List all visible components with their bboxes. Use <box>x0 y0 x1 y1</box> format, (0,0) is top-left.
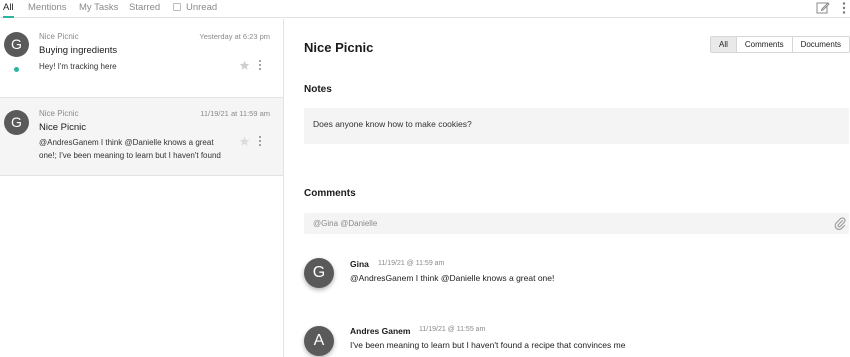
thread-preview: Hey! I'm tracking here <box>39 62 117 71</box>
avatar[interactable]: A <box>304 326 334 356</box>
tab-mentions[interactable]: Mentions <box>28 2 67 18</box>
more-options-icon[interactable] <box>837 1 850 15</box>
thread-menu-icon[interactable] <box>256 59 264 71</box>
thread-detail: Nice Picnic All Comments Documents Notes… <box>285 19 850 357</box>
notes-text: Does anyone know how to make cookies? <box>313 119 472 129</box>
avatar[interactable]: G <box>304 258 334 288</box>
tab-starred[interactable]: Starred <box>129 2 160 18</box>
comment-author[interactable]: Andres Ganem <box>350 326 410 336</box>
comment-author[interactable]: Gina <box>350 259 369 269</box>
filter-all-button[interactable]: All <box>711 37 736 52</box>
thread-list: G Nice Picnic Yesterday at 6:23 pm Buyin… <box>0 19 284 357</box>
comments-heading: Comments <box>304 188 356 199</box>
notes-box[interactable]: Does anyone know how to make cookies? <box>304 108 849 144</box>
comment-input[interactable]: @Gina @Danielle <box>304 213 849 234</box>
content-filter-group: All Comments Documents <box>710 36 850 53</box>
thread-title: Buying ingredients <box>39 45 118 56</box>
comment-timestamp: 11/19/21 @ 11:55 am <box>419 326 486 333</box>
star-icon[interactable] <box>239 136 250 147</box>
thread-item[interactable]: G Nice Picnic 11/19/21 at 11:59 am Nice … <box>0 98 283 176</box>
tab-all[interactable]: All <box>3 2 14 18</box>
tab-unread-label: Unread <box>186 2 218 13</box>
thread-item[interactable]: G Nice Picnic Yesterday at 6:23 pm Buyin… <box>0 19 283 98</box>
thread-menu-icon[interactable] <box>256 135 264 147</box>
avatar: G <box>4 110 29 135</box>
filter-documents-button[interactable]: Documents <box>791 37 850 52</box>
thread-channel: Nice Picnic <box>39 109 79 118</box>
thread-channel: Nice Picnic <box>39 32 79 41</box>
star-icon[interactable] <box>239 60 250 71</box>
comment-text: I've been meaning to learn but I haven't… <box>350 340 626 350</box>
thread-timestamp: Yesterday at 6:23 pm <box>199 32 270 41</box>
paperclip-icon[interactable] <box>834 216 846 230</box>
online-status-dot <box>14 67 19 72</box>
notes-heading: Notes <box>304 84 332 95</box>
tab-unread[interactable]: Unread <box>173 2 217 18</box>
thread-timestamp: 11/19/21 at 11:59 am <box>200 109 270 118</box>
avatar: G <box>4 32 29 57</box>
comment-timestamp: 11/19/21 @ 11:59 am <box>378 260 445 267</box>
unread-checkbox[interactable] <box>173 3 181 11</box>
comment-text: @AndresGanem I think @Danielle knows a g… <box>350 273 555 283</box>
page-title: Nice Picnic <box>304 40 374 55</box>
compose-icon[interactable] <box>816 1 830 15</box>
thread-preview: @AndresGanem I think @Danielle knows a g… <box>39 138 221 160</box>
filter-comments-button[interactable]: Comments <box>735 37 792 52</box>
filter-tab-bar: All Mentions My Tasks Starred Unread <box>0 0 850 18</box>
thread-title: Nice Picnic <box>39 122 86 133</box>
tab-my-tasks[interactable]: My Tasks <box>79 2 118 18</box>
